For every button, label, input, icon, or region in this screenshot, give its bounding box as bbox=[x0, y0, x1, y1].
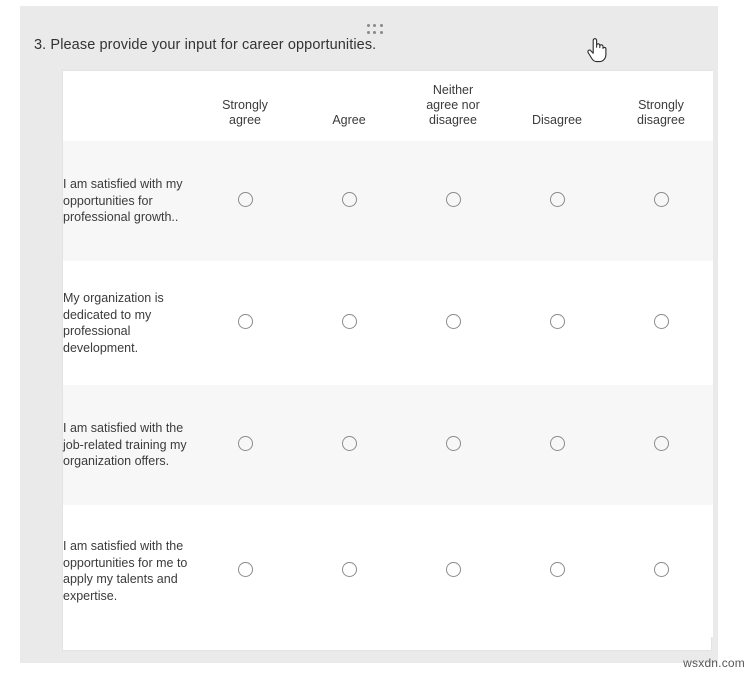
radio-cell-disagree[interactable] bbox=[505, 261, 609, 385]
header-line-1: Strongly bbox=[638, 98, 684, 112]
radio-button[interactable] bbox=[549, 192, 565, 207]
radio-cell-strongly-agree[interactable] bbox=[193, 261, 297, 385]
radio-button[interactable] bbox=[445, 314, 461, 329]
radio-button[interactable] bbox=[341, 314, 357, 329]
row-statement: I am satisfied with the job-related trai… bbox=[63, 385, 193, 505]
radio-button[interactable] bbox=[549, 436, 565, 451]
radio-button[interactable] bbox=[445, 192, 461, 207]
radio-button[interactable] bbox=[653, 436, 669, 451]
header-line-1: Agree bbox=[332, 113, 366, 127]
radio-cell-disagree[interactable] bbox=[505, 505, 609, 637]
radio-button[interactable] bbox=[549, 562, 565, 577]
column-header-agree: Agree bbox=[297, 71, 401, 141]
grip-dot bbox=[380, 24, 384, 27]
radio-cell-disagree[interactable] bbox=[505, 141, 609, 261]
radio-button[interactable] bbox=[653, 562, 669, 577]
radio-button[interactable] bbox=[341, 192, 357, 207]
radio-cell-strongly-disagree[interactable] bbox=[609, 505, 713, 637]
radio-cell-neither[interactable] bbox=[401, 385, 505, 505]
radio-cell-strongly-agree[interactable] bbox=[193, 141, 297, 261]
grip-dot bbox=[380, 31, 384, 34]
radio-cell-strongly-agree[interactable] bbox=[193, 505, 297, 637]
column-header-strongly-agree: Strongly agree bbox=[193, 71, 297, 141]
header-line-2: disagree bbox=[637, 113, 685, 127]
radio-button[interactable] bbox=[653, 192, 669, 207]
question-title: 3. Please provide your input for career … bbox=[34, 37, 377, 53]
column-header-strongly-disagree: Strongly disagree bbox=[609, 71, 713, 141]
radio-cell-neither[interactable] bbox=[401, 141, 505, 261]
matrix-header-row: Strongly agree Agree Neither agree nor d… bbox=[63, 71, 713, 141]
radio-button[interactable] bbox=[341, 562, 357, 577]
radio-cell-agree[interactable] bbox=[297, 385, 401, 505]
radio-button[interactable] bbox=[237, 436, 253, 451]
header-line-3: disagree bbox=[429, 113, 477, 127]
radio-cell-neither[interactable] bbox=[401, 505, 505, 637]
radio-button[interactable] bbox=[445, 562, 461, 577]
radio-cell-agree[interactable] bbox=[297, 141, 401, 261]
grip-dot bbox=[373, 31, 377, 34]
table-row: I am satisfied with my opportunities for… bbox=[63, 141, 713, 261]
radio-cell-strongly-agree[interactable] bbox=[193, 385, 297, 505]
radio-cell-neither[interactable] bbox=[401, 261, 505, 385]
likert-table: Strongly agree Agree Neither agree nor d… bbox=[63, 71, 713, 637]
radio-button[interactable] bbox=[445, 436, 461, 451]
row-statement: My organization is dedicated to my profe… bbox=[63, 261, 193, 385]
radio-cell-agree[interactable] bbox=[297, 505, 401, 637]
grip-dots-icon[interactable] bbox=[366, 23, 384, 35]
radio-cell-disagree[interactable] bbox=[505, 385, 609, 505]
radio-cell-strongly-disagree[interactable] bbox=[609, 261, 713, 385]
grip-dot bbox=[366, 31, 370, 34]
grip-dot bbox=[373, 24, 377, 27]
radio-button[interactable] bbox=[237, 314, 253, 329]
table-row: I am satisfied with the job-related trai… bbox=[63, 385, 713, 505]
radio-cell-strongly-disagree[interactable] bbox=[609, 385, 713, 505]
column-header-neither-agree-nor-disagree: Neither agree nor disagree bbox=[401, 71, 505, 141]
column-header-disagree: Disagree bbox=[505, 71, 609, 141]
row-statement: I am satisfied with the opportunities fo… bbox=[63, 505, 193, 637]
table-row: I am satisfied with the opportunities fo… bbox=[63, 505, 713, 637]
grip-dot bbox=[366, 24, 370, 27]
header-line-1: Strongly bbox=[222, 98, 268, 112]
radio-button[interactable] bbox=[549, 314, 565, 329]
radio-button[interactable] bbox=[237, 562, 253, 577]
row-statement: I am satisfied with my opportunities for… bbox=[63, 141, 193, 261]
pointing-hand-cursor bbox=[587, 38, 607, 63]
radio-cell-agree[interactable] bbox=[297, 261, 401, 385]
table-row: My organization is dedicated to my profe… bbox=[63, 261, 713, 385]
radio-button[interactable] bbox=[341, 436, 357, 451]
radio-button[interactable] bbox=[653, 314, 669, 329]
header-line-1: Disagree bbox=[531, 113, 583, 127]
radio-cell-strongly-disagree[interactable] bbox=[609, 141, 713, 261]
radio-button[interactable] bbox=[237, 192, 253, 207]
watermark: wsxdn.com bbox=[683, 656, 745, 670]
header-line-1: Neither bbox=[432, 83, 474, 97]
statement-column-header bbox=[63, 71, 193, 141]
header-line-2: agree nor bbox=[426, 98, 480, 112]
question-card: 3. Please provide your input for career … bbox=[20, 6, 718, 663]
likert-matrix: Strongly agree Agree Neither agree nor d… bbox=[62, 70, 713, 651]
header-line-2: agree bbox=[229, 113, 261, 127]
